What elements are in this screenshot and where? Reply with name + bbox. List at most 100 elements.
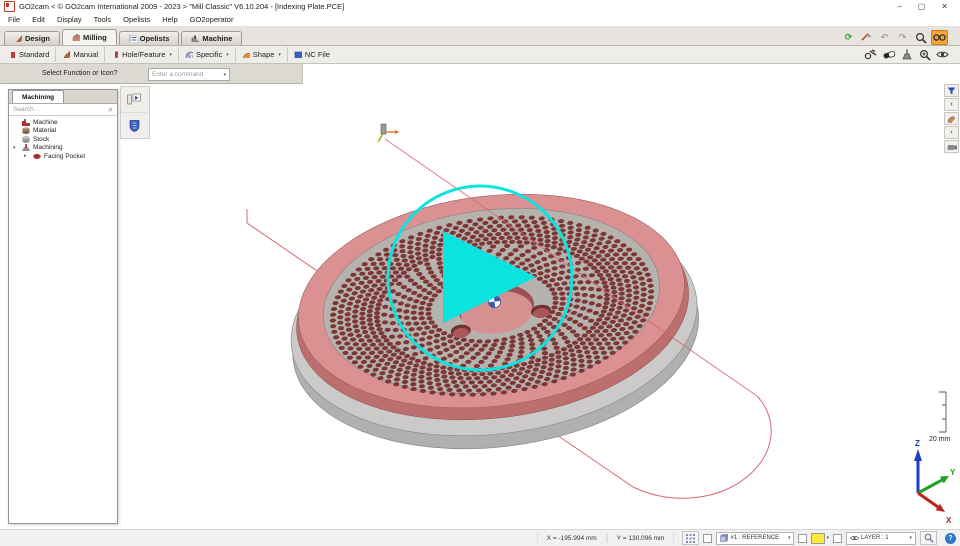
y-coordinate: Y = 130.096 mm (607, 533, 675, 543)
tab-milling[interactable]: Milling (62, 29, 117, 45)
ribbon-specific-button[interactable]: Specific▾ (179, 47, 236, 62)
measure-tool-icon[interactable] (859, 31, 874, 44)
simulation-icon (127, 93, 141, 106)
command-input[interactable]: Enter a command ▾ (148, 68, 230, 81)
dropdown-icon: ▾ (826, 535, 829, 541)
shield-icon (129, 119, 140, 132)
protection-button[interactable] (121, 113, 147, 138)
zoom-icon[interactable] (913, 31, 928, 44)
tree-item-machining[interactable]: ▾ Machining (9, 144, 117, 153)
camera-view-button[interactable] (944, 140, 959, 153)
ribbon-hole-feature-button[interactable]: Hole/Feature▾ (105, 47, 179, 62)
dropdown-icon: ▾ (909, 535, 912, 541)
ribbon-shape-button[interactable]: Shape▾ (236, 47, 288, 62)
menu-file[interactable]: File (8, 15, 20, 24)
ribbon-manual-button[interactable]: Manual (56, 47, 105, 62)
close-button[interactable]: ✕ (941, 2, 948, 11)
search-placeholder: Search... (13, 106, 39, 113)
scale-label: 20 mm (929, 436, 951, 443)
regenerate-icon[interactable]: ⟳ (841, 31, 856, 44)
app-logo-icon (4, 1, 15, 12)
x-coordinate: X = -195.994 mm (537, 533, 607, 543)
viewport-canvas[interactable]: 20 mm Z Y X Select Function or Icon? Ent… (0, 64, 960, 529)
visibility-eye-icon[interactable] (935, 48, 950, 61)
eraser-icon[interactable] (881, 48, 896, 61)
redo-icon[interactable]: ↷ (895, 31, 910, 44)
axis-y-label: Y (950, 468, 956, 477)
command-prompt-label: Select Function or Icon? (42, 70, 118, 77)
status-bar: X = -195.994 mm Y = 130.096 mm #1 : REFE… (0, 529, 960, 546)
machining-tools-icon[interactable] (863, 48, 878, 61)
tree-item-material[interactable]: Material (9, 127, 117, 136)
go2cam-glasses-icon[interactable] (931, 30, 948, 45)
tab-design[interactable]: Design (4, 31, 60, 45)
layer-select[interactable]: LAYER : 1 ▾ (846, 532, 916, 545)
machining-panel: Machining Search... ⌕ Machine Material S… (8, 89, 118, 524)
view-icons-row1: ⟳ ↶ ↷ (841, 30, 948, 45)
maximize-button[interactable]: ▢ (918, 2, 926, 11)
right-edge-toolbar: ‹ ‹ (944, 84, 959, 153)
panel-tab-strip: Machining (9, 90, 117, 104)
panel-search[interactable]: Search... ⌕ (9, 104, 117, 116)
machining-tree: Machine Material Stock ▾ Machining ▸ Fac… (9, 116, 117, 161)
help-button[interactable]: ? (945, 533, 956, 544)
menu-opelists[interactable]: Opelists (123, 15, 150, 24)
zoom-window-icon[interactable] (917, 48, 932, 61)
layer-checkbox[interactable] (833, 534, 842, 543)
undo-icon[interactable]: ↶ (877, 31, 892, 44)
menu-edit[interactable]: Edit (32, 15, 45, 24)
menu-tools[interactable]: Tools (94, 15, 112, 24)
hand-tool-button[interactable] (944, 112, 959, 125)
dropdown-icon: ▾ (788, 535, 791, 541)
tool-position-marker (377, 124, 399, 143)
filter-button[interactable] (944, 84, 959, 97)
tree-item-machine[interactable]: Machine (9, 118, 117, 127)
zoom-layers-icon (924, 533, 934, 543)
collapse-caret-icon[interactable]: ▸ (24, 153, 30, 159)
reference-checkbox[interactable] (703, 534, 712, 543)
tab-machine[interactable]: Machine (181, 31, 242, 45)
tree-item-stock[interactable]: Stock (9, 135, 117, 144)
manual-machining-icon (62, 51, 70, 58)
reference-select[interactable]: #1 : REFERENCE ▾ (716, 532, 794, 545)
color-picker[interactable]: ▾ (811, 533, 829, 544)
menu-go2operator[interactable]: GO2operator (190, 15, 234, 24)
view-icons-row2 (863, 48, 950, 61)
menu-bar: File Edit Display Tools Opelists Help GO… (0, 13, 960, 27)
color-checkbox[interactable] (798, 534, 807, 543)
menu-display[interactable]: Display (57, 15, 82, 24)
zoom-selection-button[interactable] (920, 531, 937, 545)
module-tab-row: Design Milling Opelists Machine ⟳ ↶ ↷ (0, 27, 960, 46)
shape-icon (242, 51, 250, 58)
material-node-icon (22, 127, 30, 134)
command-bar: Select Function or Icon? Enter a command… (0, 64, 303, 84)
panel-tab-machining[interactable]: Machining (12, 90, 64, 103)
filter-funnel-icon (947, 87, 956, 95)
grid-snap-button[interactable] (682, 531, 699, 545)
grid-icon (686, 534, 695, 543)
expand-caret-icon[interactable]: ▾ (13, 145, 19, 151)
current-color-swatch (811, 533, 825, 544)
camera-icon (947, 143, 957, 151)
nc-file-icon (294, 51, 302, 58)
machine-node-icon (22, 119, 30, 126)
indexing-plate-model[interactable] (276, 172, 712, 471)
collapse-panel-button[interactable]: ‹ (944, 98, 959, 111)
simulation-button[interactable] (121, 87, 147, 113)
axis-x-label: X (946, 516, 952, 525)
standard-machining-icon (8, 51, 16, 58)
menu-help[interactable]: Help (162, 15, 177, 24)
opelists-icon (129, 35, 137, 42)
hand-icon (947, 115, 956, 123)
dropdown-icon: ▾ (278, 52, 281, 58)
reference-cube-icon (720, 534, 728, 542)
minimize-button[interactable]: – (897, 2, 901, 11)
ribbon-nc-file-button[interactable]: NC File (288, 47, 336, 62)
ribbon-standard-button[interactable]: Standard (2, 47, 56, 62)
axis-z-label: Z (915, 439, 920, 448)
clean-brush-icon[interactable] (899, 48, 914, 61)
tab-opelists[interactable]: Opelists (119, 31, 180, 45)
tree-item-facing-pocket[interactable]: ▸ Facing Pocket (9, 152, 117, 161)
collapse-panel-button-2[interactable]: ‹ (944, 126, 959, 139)
facing-pocket-node-icon (33, 153, 41, 160)
